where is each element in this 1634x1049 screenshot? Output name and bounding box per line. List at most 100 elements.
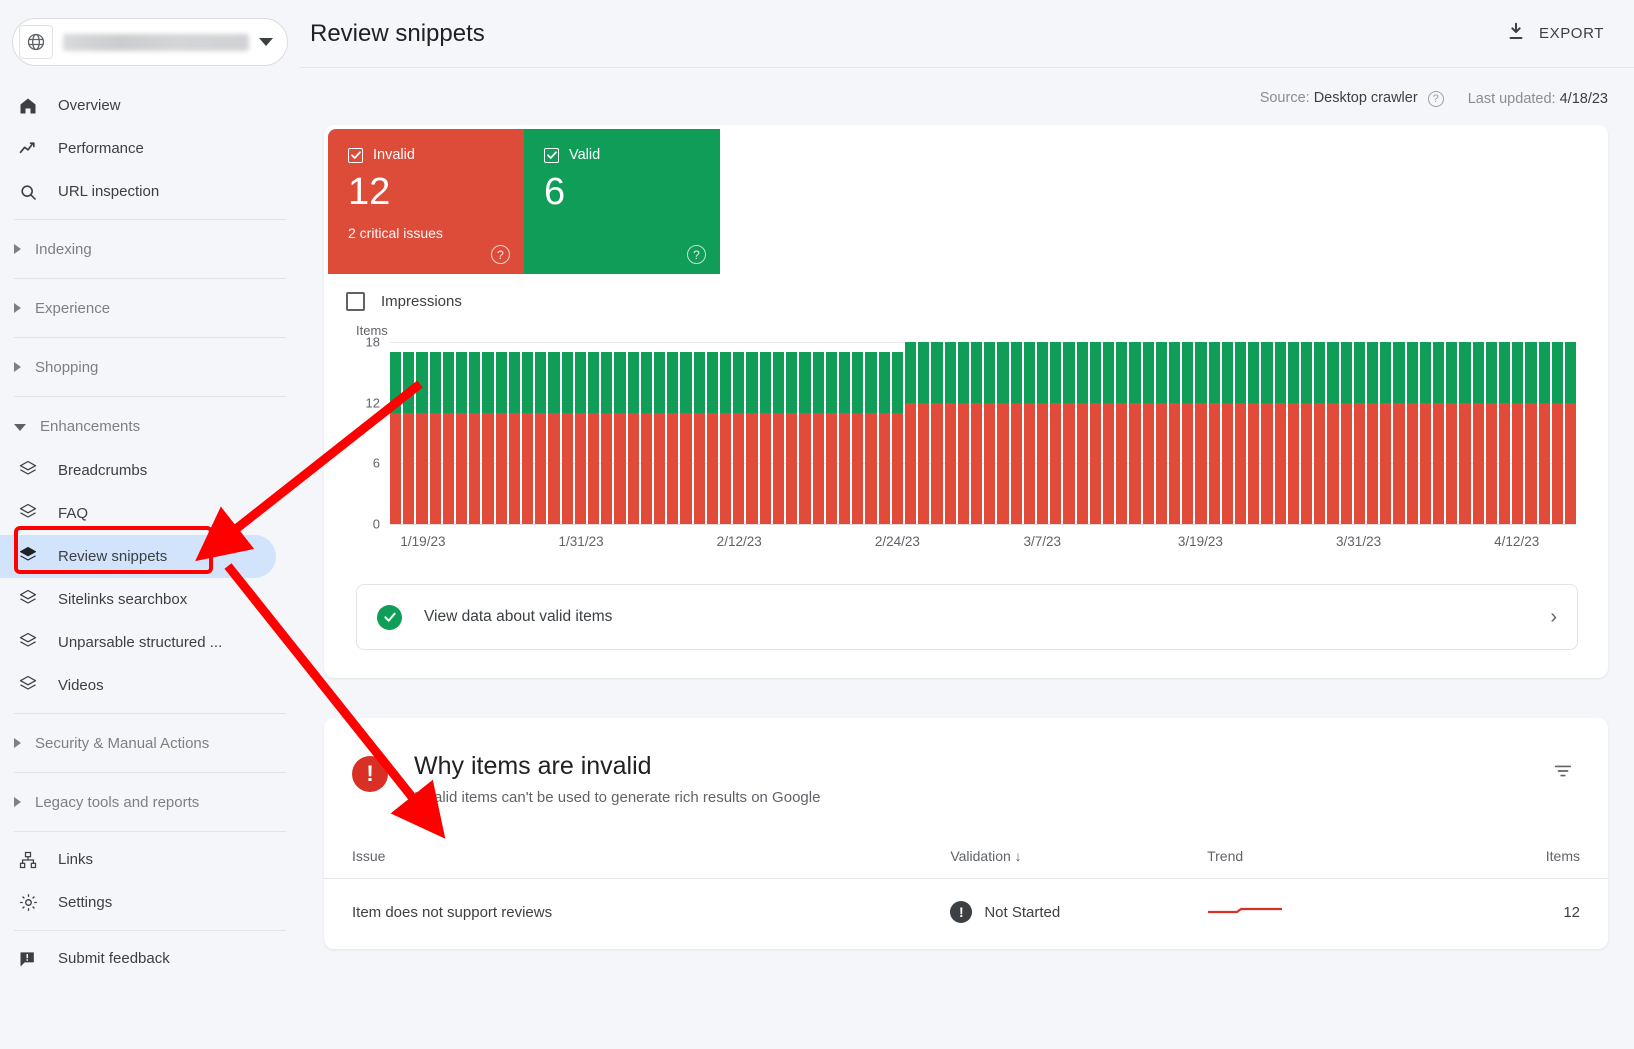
chart-bar[interactable] [931,342,943,524]
chart-bar[interactable] [627,342,639,524]
chart-bar[interactable] [786,342,798,524]
sidebar-group-experience[interactable]: Experience [0,285,300,331]
chart-bar[interactable] [918,342,930,524]
chart-bar[interactable] [1129,342,1141,524]
chart-bar[interactable] [1393,342,1405,524]
chart-bar[interactable] [588,342,600,524]
chart-bar[interactable] [759,342,771,524]
chart-bar[interactable] [1380,342,1392,524]
chart-bar[interactable] [1102,342,1115,524]
column-header-validation[interactable]: Validation ↓ [940,842,1198,879]
sidebar-item-url-inspection[interactable]: URL inspection [0,170,300,213]
chart-bar[interactable] [1446,342,1458,524]
sidebar-item-links[interactable]: Links [0,838,300,881]
chart-bar[interactable] [957,342,969,524]
chart-bar[interactable] [614,342,626,524]
chart-bar[interactable] [1353,342,1366,524]
checkbox-checked-icon[interactable] [544,147,559,163]
chart-bar[interactable] [1485,342,1498,524]
chart-bar[interactable] [865,342,877,524]
chart-bar[interactable] [1551,342,1564,524]
chevron-right-icon[interactable]: › [1550,606,1557,629]
chart-bar[interactable] [1261,342,1273,524]
chart-bar[interactable] [1155,342,1167,524]
chart-bar[interactable] [640,342,653,524]
chart-bar[interactable] [1221,342,1233,524]
chart-bar[interactable] [1327,342,1339,524]
chart-bar[interactable] [1063,342,1075,524]
help-icon[interactable]: ? [1427,91,1444,107]
chart-bar[interactable] [1538,342,1550,524]
chart-bar[interactable] [1089,342,1101,524]
view-valid-items-row[interactable]: View data about valid items › [356,584,1578,650]
chart-bar[interactable] [693,342,705,524]
chart-bar[interactable] [1472,342,1484,524]
impressions-toggle[interactable]: Impressions [324,274,1608,311]
chart-bar[interactable] [720,342,732,524]
chart-bar[interactable] [1208,342,1220,524]
sidebar-item-breadcrumbs[interactable]: Breadcrumbs [0,449,300,492]
chart-bar[interactable] [1525,342,1537,524]
chart-bar[interactable] [548,342,560,524]
chart-bar[interactable] [574,342,587,524]
chart-bar[interactable] [561,342,573,524]
chart-bar[interactable] [1023,342,1035,524]
chart-bar[interactable] [469,342,481,524]
chart-bar[interactable] [878,342,890,524]
chart-bar[interactable] [891,342,903,524]
chart-bar[interactable] [706,342,719,524]
chart-bar[interactable] [667,342,679,524]
sidebar-item-sitelinks-searchbox[interactable]: Sitelinks searchbox [0,578,300,621]
checkbox-checked-icon[interactable] [348,147,363,163]
chart-bar[interactable] [495,342,507,524]
chart-bar[interactable] [1036,342,1049,524]
column-header-issue[interactable]: Issue [324,842,941,879]
chart-bar[interactable] [535,342,547,524]
chart-bar[interactable] [1433,342,1445,524]
chart-bar[interactable] [1274,342,1286,524]
sidebar-item-faq[interactable]: FAQ [0,492,300,535]
chart-bar[interactable] [852,342,864,524]
chart-bar[interactable] [1419,342,1432,524]
chart-bar[interactable] [1340,342,1352,524]
column-header-items[interactable]: Items [1428,842,1608,879]
chart-bar[interactable] [825,342,837,524]
chart-bar[interactable] [1142,342,1154,524]
column-header-trend[interactable]: Trend [1197,842,1429,879]
sidebar-group-indexing[interactable]: Indexing [0,226,300,272]
chart-bar[interactable] [1499,342,1511,524]
chart-bar[interactable] [838,342,851,524]
chart-bar[interactable] [1010,342,1022,524]
chart-bar[interactable] [456,342,468,524]
chart-bar[interactable] [1512,342,1524,524]
chart-bar[interactable] [1406,342,1418,524]
chart-bar[interactable] [390,342,402,524]
sidebar-item-performance[interactable]: Performance [0,127,300,170]
chart-bar[interactable] [1459,342,1471,524]
sidebar-item-review-snippets[interactable]: Review snippets [0,535,276,578]
sidebar-item-videos[interactable]: Videos [0,664,300,707]
sidebar-item-submit-feedback[interactable]: Submit feedback [0,937,300,980]
chevron-down-icon[interactable] [259,38,273,46]
chart-bar[interactable] [1301,342,1313,524]
chart-bar[interactable] [1235,342,1247,524]
chart-bar[interactable] [482,342,494,524]
sidebar-group-legacy-tools[interactable]: Legacy tools and reports [0,779,300,825]
chart-bar[interactable] [1565,342,1577,524]
chart-bar[interactable] [812,342,824,524]
chart-bar[interactable] [799,342,811,524]
chart-bar[interactable] [1287,342,1300,524]
chart-bar[interactable] [970,342,983,524]
chart-bar[interactable] [904,342,917,524]
chart-bar[interactable] [416,342,428,524]
chart-bar[interactable] [522,342,534,524]
chart-bar[interactable] [772,342,785,524]
chart-bar[interactable] [680,342,692,524]
chart-bar[interactable] [944,342,956,524]
chart-bar[interactable] [1168,342,1181,524]
help-icon[interactable]: ? [491,245,510,264]
chart-bar[interactable] [601,342,613,524]
help-icon[interactable]: ? [687,245,706,264]
sidebar-group-enhancements[interactable]: Enhancements [0,403,300,449]
property-selector[interactable] [12,18,288,66]
